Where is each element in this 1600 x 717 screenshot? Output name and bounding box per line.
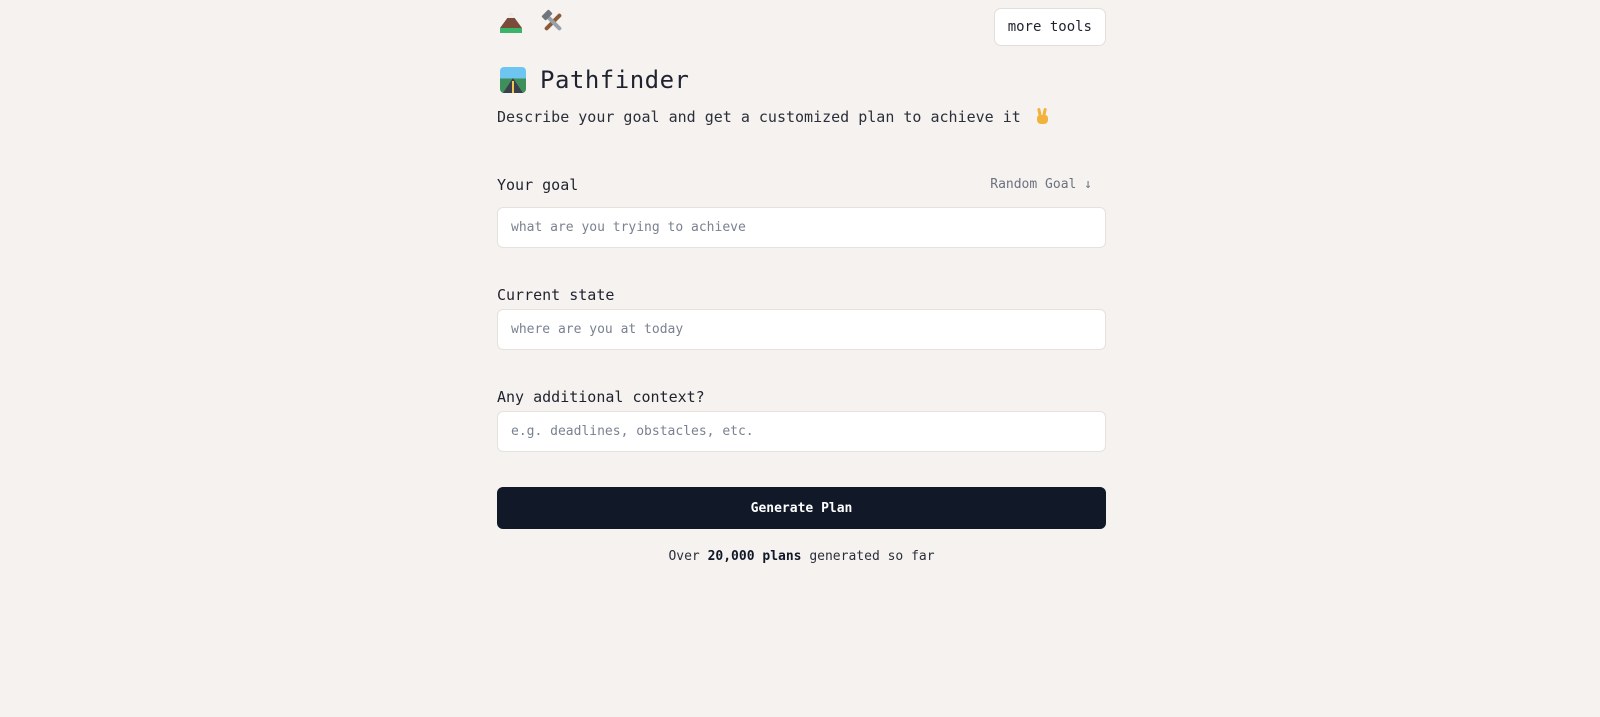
main-container: more tools Pathfinder Describe your goal… <box>497 0 1106 564</box>
page-title: Pathfinder <box>540 66 690 94</box>
icon-row <box>498 9 566 35</box>
context-input[interactable] <box>497 411 1106 452</box>
context-label: Any additional context? <box>497 388 705 406</box>
more-tools-button[interactable]: more tools <box>993 8 1106 46</box>
victory-hand-icon <box>1034 107 1050 125</box>
road-icon <box>500 67 526 93</box>
title-row: Pathfinder <box>500 66 690 94</box>
generate-plan-button[interactable]: Generate Plan <box>497 487 1106 529</box>
plans-stats: Over 20,000 plans generated so far <box>497 547 1106 567</box>
subtitle-text: Describe your goal and get a customized … <box>497 108 1021 126</box>
goal-label: Your goal <box>497 176 579 194</box>
stats-count: 20,000 plans <box>707 549 802 564</box>
random-goal-button[interactable]: Random Goal ↓ <box>990 175 1092 195</box>
current-state-input[interactable] <box>497 309 1106 350</box>
goal-input[interactable] <box>497 207 1106 248</box>
current-state-label: Current state <box>497 286 615 304</box>
page-subtitle: Describe your goal and get a customized … <box>497 106 1050 128</box>
mountain-icon[interactable] <box>498 9 524 35</box>
top-bar: more tools <box>497 0 1106 50</box>
stats-prefix: Over <box>668 549 700 564</box>
tools-icon[interactable] <box>540 9 566 35</box>
stats-suffix: generated so far <box>809 549 935 564</box>
